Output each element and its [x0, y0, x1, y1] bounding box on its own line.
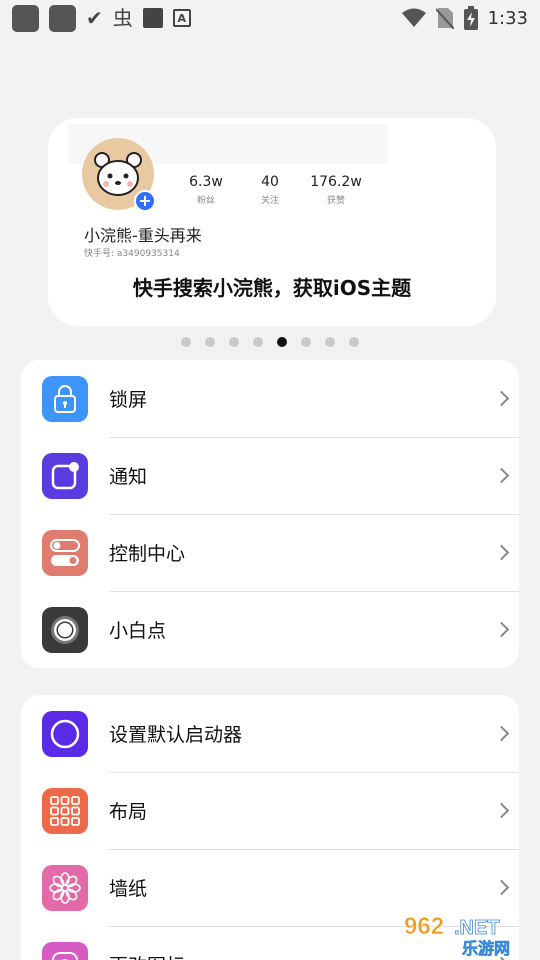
banner-slogan: 快手搜索小浣熊，获取iOS主题	[132, 276, 412, 300]
status-bar: ✔ 虫 A 1:33	[0, 0, 540, 36]
chevron-right-icon	[493, 390, 510, 407]
menu-item-label: 布局	[109, 801, 148, 823]
menu-item-label: 墙纸	[109, 878, 148, 900]
notification-icon	[42, 452, 88, 499]
svg-text:962: 962	[404, 913, 444, 940]
chevron-right-icon	[493, 467, 510, 484]
menu-item-label: 锁屏	[109, 389, 148, 411]
app-glyph-icon: 虫	[112, 6, 133, 30]
flower-icon	[42, 864, 88, 911]
menu-item-label: 小白点	[109, 620, 167, 642]
pager-dot[interactable]	[229, 337, 239, 347]
menu-item-lockscreen[interactable]: 锁屏	[21, 360, 519, 437]
battery-charging-icon	[463, 6, 478, 30]
change-icon-icon	[42, 941, 88, 960]
assistive-touch-icon	[42, 606, 88, 653]
task-check-icon: ✔	[86, 6, 103, 30]
no-sim-icon	[435, 8, 454, 29]
site-watermark-logo: 962 .NET 乐游网	[400, 910, 534, 959]
pager-dot[interactable]	[277, 337, 287, 347]
chevron-right-icon	[493, 725, 510, 742]
pager-dot[interactable]	[349, 337, 359, 347]
chevron-right-icon	[493, 544, 510, 561]
notification-square-icon	[142, 8, 163, 28]
menu-item-label: 设置默认启动器	[109, 724, 243, 746]
pager-dots	[0, 337, 540, 347]
wifi-icon	[401, 8, 426, 27]
svg-text:乐游网: 乐游网	[462, 939, 510, 956]
menu-item-layout[interactable]: 布局	[21, 772, 519, 849]
notification-app-icon	[12, 4, 39, 32]
follow-plus-icon[interactable]: +	[134, 190, 156, 212]
menu-item-label: 控制中心	[109, 543, 186, 565]
chevron-right-icon	[493, 621, 510, 638]
stat-likes: 176.2w 获赞	[310, 174, 362, 206]
menu-item-label: 更改图标	[109, 951, 185, 960]
pager-dot[interactable]	[253, 337, 263, 347]
menu-item-label: 通知	[109, 466, 148, 488]
clock: 1:33	[487, 7, 528, 29]
user-name: 小浣熊-重头再来	[84, 226, 202, 245]
pager-dot[interactable]	[181, 337, 191, 347]
stat-following: 40 关注	[260, 174, 279, 206]
menu-item-control-center[interactable]: 控制中心	[21, 514, 519, 591]
pager-dot[interactable]	[301, 337, 311, 347]
lock-icon	[42, 375, 88, 422]
grid-icon	[42, 787, 88, 834]
promo-banner[interactable]: + 6.3w 粉丝 40 关注 176.2w 获赞 小浣熊-重头再来 快手号: …	[48, 118, 496, 326]
menu-group-1: 锁屏 通知 控制中心 小白点	[21, 360, 519, 668]
menu-item-default-launcher[interactable]: 设置默认启动器	[21, 695, 519, 772]
stat-fans: 6.3w 粉丝	[189, 174, 223, 206]
pager-dot[interactable]	[205, 337, 215, 347]
menu-item-notification[interactable]: 通知	[21, 437, 519, 514]
notification-app-icon	[49, 4, 76, 32]
pager-dot[interactable]	[325, 337, 335, 347]
chevron-right-icon	[493, 802, 510, 819]
chevron-right-icon	[493, 879, 510, 896]
user-id: 快手号: a3490935314	[84, 249, 180, 259]
text-a-icon: A	[172, 9, 191, 27]
launcher-icon	[42, 710, 88, 757]
toggle-icon	[42, 529, 88, 576]
menu-item-assistive-touch[interactable]: 小白点	[21, 591, 519, 668]
svg-text:.NET: .NET	[454, 917, 500, 939]
